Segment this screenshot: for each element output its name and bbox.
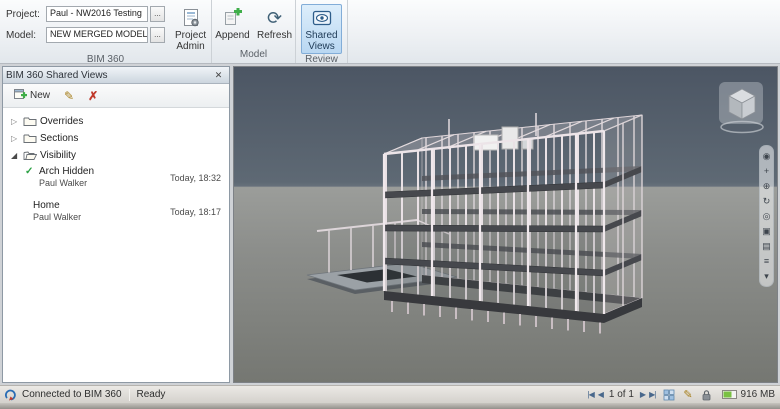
first-page-button[interactable]: |◀ [588, 390, 595, 399]
check-icon: ✓ [25, 166, 34, 177]
close-icon[interactable]: ✕ [211, 69, 226, 82]
steering-wheel-icon[interactable]: ◉ [763, 151, 771, 161]
3d-viewport[interactable]: ◉ + ⊕ ↻ ◎ ▣ ▤ ≡ ▾ [233, 66, 778, 383]
memory-bar-icon [721, 390, 737, 399]
refresh-icon: ⟳ [266, 8, 283, 28]
model-label: Model: [6, 29, 37, 41]
chevron-down-icon[interactable]: ▾ [764, 271, 769, 281]
project-admin-button[interactable]: Project Admin [171, 4, 210, 54]
shared-views-icon [311, 6, 333, 30]
page-indicator: 1 of 1 [608, 389, 634, 400]
lock-status-icon[interactable] [701, 389, 712, 401]
section-icon[interactable]: ▤ [762, 241, 771, 251]
ribbon-empty-area [348, 0, 780, 63]
chevron-expanded-icon[interactable]: ◢ [11, 151, 23, 160]
walk-icon[interactable]: ▣ [762, 226, 771, 236]
connection-status-text: Connected to BIM 360 [22, 389, 122, 400]
new-view-icon [13, 87, 27, 104]
statusbar-divider [128, 388, 130, 401]
ribbon-group-label-model: Model [239, 49, 268, 60]
edit-pencil-icon: ✎ [64, 88, 75, 103]
shared-view-item-home[interactable]: Home Paul Walker Today, 18:17 [3, 198, 229, 226]
ribbon: Project: Paul - NW2016 Testing ... Model… [0, 0, 780, 65]
tree-folder-overrides[interactable]: ▷ Overrides [3, 113, 229, 130]
app-window: Project: Paul - NW2016 Testing ... Model… [0, 0, 780, 409]
view-author: Paul Walker [33, 212, 82, 222]
folder-icon [23, 133, 40, 144]
panel-title-bar[interactable]: BIM 360 Shared Views ✕ [3, 67, 229, 84]
view-timestamp: Today, 18:17 [170, 206, 221, 217]
chevron-collapsed-icon[interactable]: ▷ [11, 117, 23, 126]
folder-icon [23, 116, 40, 127]
main-area: BIM 360 Shared Views ✕ New ✎ ✗ ▷ Overrid… [0, 64, 780, 385]
delete-x-icon: ✗ [88, 88, 99, 103]
project-label: Project: [6, 8, 40, 20]
pencil-status-icon[interactable]: ✎ [683, 388, 692, 401]
memory-indicator: 916 MB [721, 389, 775, 400]
ribbon-group-review: Shared Views Review [296, 0, 348, 65]
last-page-button[interactable]: ▶| [649, 390, 656, 399]
shared-views-button[interactable]: Shared Views [301, 4, 342, 54]
building-model [306, 113, 643, 334]
navigation-bar: ◉ + ⊕ ↻ ◎ ▣ ▤ ≡ ▾ [759, 145, 774, 287]
model-combobox[interactable]: NEW MERGED MODEL [46, 27, 148, 43]
shared-views-tree: ▷ Overrides ▷ Sections ◢ Visibility ✓ Ar… [3, 108, 229, 382]
status-bar: Connected to BIM 360 Ready |◀ ◀ 1 of 1 ▶… [0, 385, 780, 403]
project-browse-button[interactable]: ... [150, 6, 165, 22]
project-combobox[interactable]: Paul - NW2016 Testing [46, 6, 148, 22]
tools-icon[interactable]: ≡ [764, 256, 769, 266]
sheet-browser-button[interactable] [663, 389, 675, 401]
next-page-button[interactable]: ▶ [640, 390, 646, 399]
shared-view-item-arch-hidden[interactable]: ✓ Arch Hidden Paul Walker Today, 18:32 [3, 164, 229, 192]
window-bottom-edge [0, 403, 780, 409]
new-shared-view-button[interactable]: New [8, 84, 55, 107]
panel-toolbar: New ✎ ✗ [3, 84, 229, 108]
viewcube[interactable] [717, 81, 767, 139]
zoom-icon[interactable]: ⊕ [763, 181, 771, 191]
view-timestamp: Today, 18:32 [170, 172, 221, 183]
delete-view-button[interactable]: ✗ [83, 86, 103, 106]
project-admin-icon [181, 6, 201, 30]
sheet-pagination: |◀ ◀ 1 of 1 ▶ ▶| [588, 389, 657, 400]
tree-folder-sections[interactable]: ▷ Sections [3, 130, 229, 147]
view-label: Arch Hidden [39, 166, 95, 177]
panel-title: BIM 360 Shared Views [6, 69, 108, 81]
ribbon-group-model: Append ⟳ Refresh Model [212, 0, 296, 63]
connection-status-icon [5, 389, 17, 401]
previous-page-button[interactable]: ◀ [598, 390, 604, 399]
chevron-collapsed-icon[interactable]: ▷ [11, 134, 23, 143]
memory-text: 916 MB [740, 389, 775, 400]
pan-icon[interactable]: + [764, 166, 769, 176]
append-button[interactable]: Append [213, 4, 253, 49]
orbit-icon[interactable]: ↻ [763, 196, 771, 206]
edit-view-button[interactable]: ✎ [59, 86, 79, 106]
ribbon-group-bim360: Project: Paul - NW2016 Testing ... Model… [0, 0, 212, 65]
ready-text: Ready [136, 389, 166, 400]
view-author: Paul Walker [39, 178, 88, 188]
model-browse-button[interactable]: ... [150, 27, 165, 43]
bim360-shared-views-panel: BIM 360 Shared Views ✕ New ✎ ✗ ▷ Overrid… [2, 66, 230, 383]
append-icon [223, 6, 243, 30]
look-icon[interactable]: ◎ [763, 211, 771, 221]
refresh-button[interactable]: ⟳ Refresh [255, 4, 295, 49]
view-label: Home [33, 200, 60, 211]
tree-folder-visibility[interactable]: ◢ Visibility [3, 147, 229, 164]
folder-open-icon [23, 150, 40, 161]
